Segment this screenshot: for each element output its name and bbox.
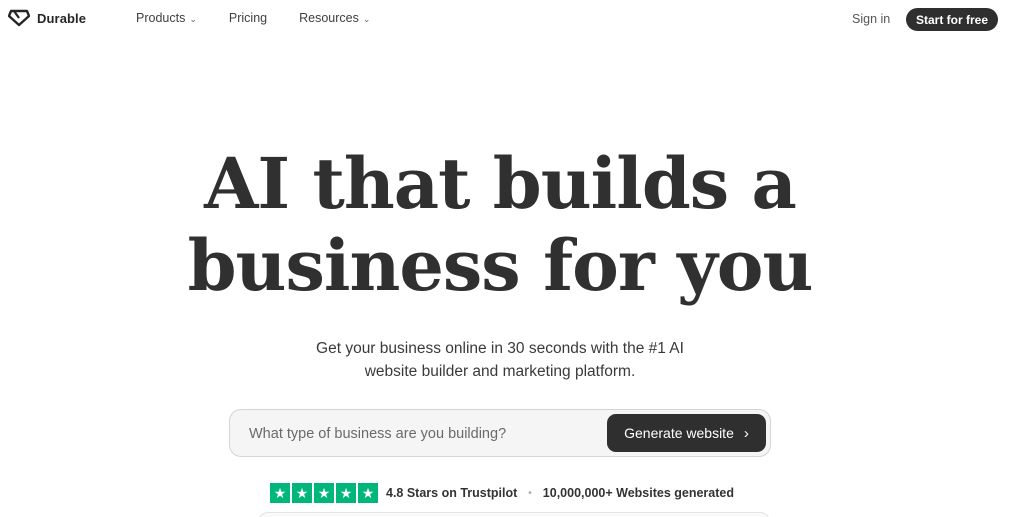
star-icon: ★ (292, 483, 312, 503)
nav-resources[interactable]: Resources ⌄ (299, 11, 370, 25)
generate-website-button[interactable]: Generate website › (607, 414, 766, 452)
logo-text: Durable (37, 10, 87, 26)
hero-subtitle-line-2: website builder and marketing platform. (364, 363, 636, 380)
hero-title-line-2: business for you (187, 224, 814, 307)
nav-pricing-label: Pricing (228, 11, 268, 25)
nav-resources-label: Resources (299, 11, 359, 25)
trustpilot-rating: 4.8 Stars on Trustpilot (386, 486, 518, 500)
top-nav: Durable Products ⌄ Pricing Resources ⌄ S… (0, 0, 1024, 38)
trustpilot-stars: ★ ★ ★ ★ ★ (270, 483, 378, 503)
chevron-down-icon: ⌄ (362, 13, 371, 24)
star-icon: ★ (270, 483, 290, 503)
trust-bar: ★ ★ ★ ★ ★ 4.8 Stars on Trustpilot • 10,0… (270, 483, 734, 503)
start-for-free-button[interactable]: Start for free (906, 8, 998, 31)
sign-in-link[interactable]: Sign in (852, 12, 890, 26)
preview-card (258, 512, 770, 517)
generate-website-label: Generate website (624, 425, 734, 441)
hero-title-line-1: AI that builds a (204, 142, 797, 225)
star-icon: ★ (336, 483, 356, 503)
business-search-bar: Generate website › (229, 409, 771, 457)
star-icon: ★ (314, 483, 334, 503)
websites-count: 10,000,000+ Websites generated (542, 486, 734, 500)
nav-products-label: Products (136, 11, 186, 25)
nav-links: Products ⌄ Pricing Resources ⌄ (136, 11, 370, 25)
hero-subtitle: Get your business online in 30 seconds w… (280, 337, 720, 383)
nav-products[interactable]: Products ⌄ (136, 11, 197, 25)
chevron-down-icon: ⌄ (189, 13, 197, 24)
logo[interactable]: Durable (8, 9, 86, 27)
separator-dot: • (528, 487, 532, 499)
page: Durable Products ⌄ Pricing Resources ⌄ S… (0, 0, 1024, 517)
star-icon: ★ (358, 483, 378, 503)
hero-subtitle-line-1: Get your business online in 30 seconds w… (316, 340, 684, 357)
chevron-right-icon: › (743, 424, 749, 442)
business-type-input[interactable] (249, 422, 599, 446)
durable-logo-icon (8, 9, 30, 27)
nav-pricing[interactable]: Pricing (229, 11, 267, 25)
hero-title: AI that builds a business for you (0, 143, 1000, 307)
